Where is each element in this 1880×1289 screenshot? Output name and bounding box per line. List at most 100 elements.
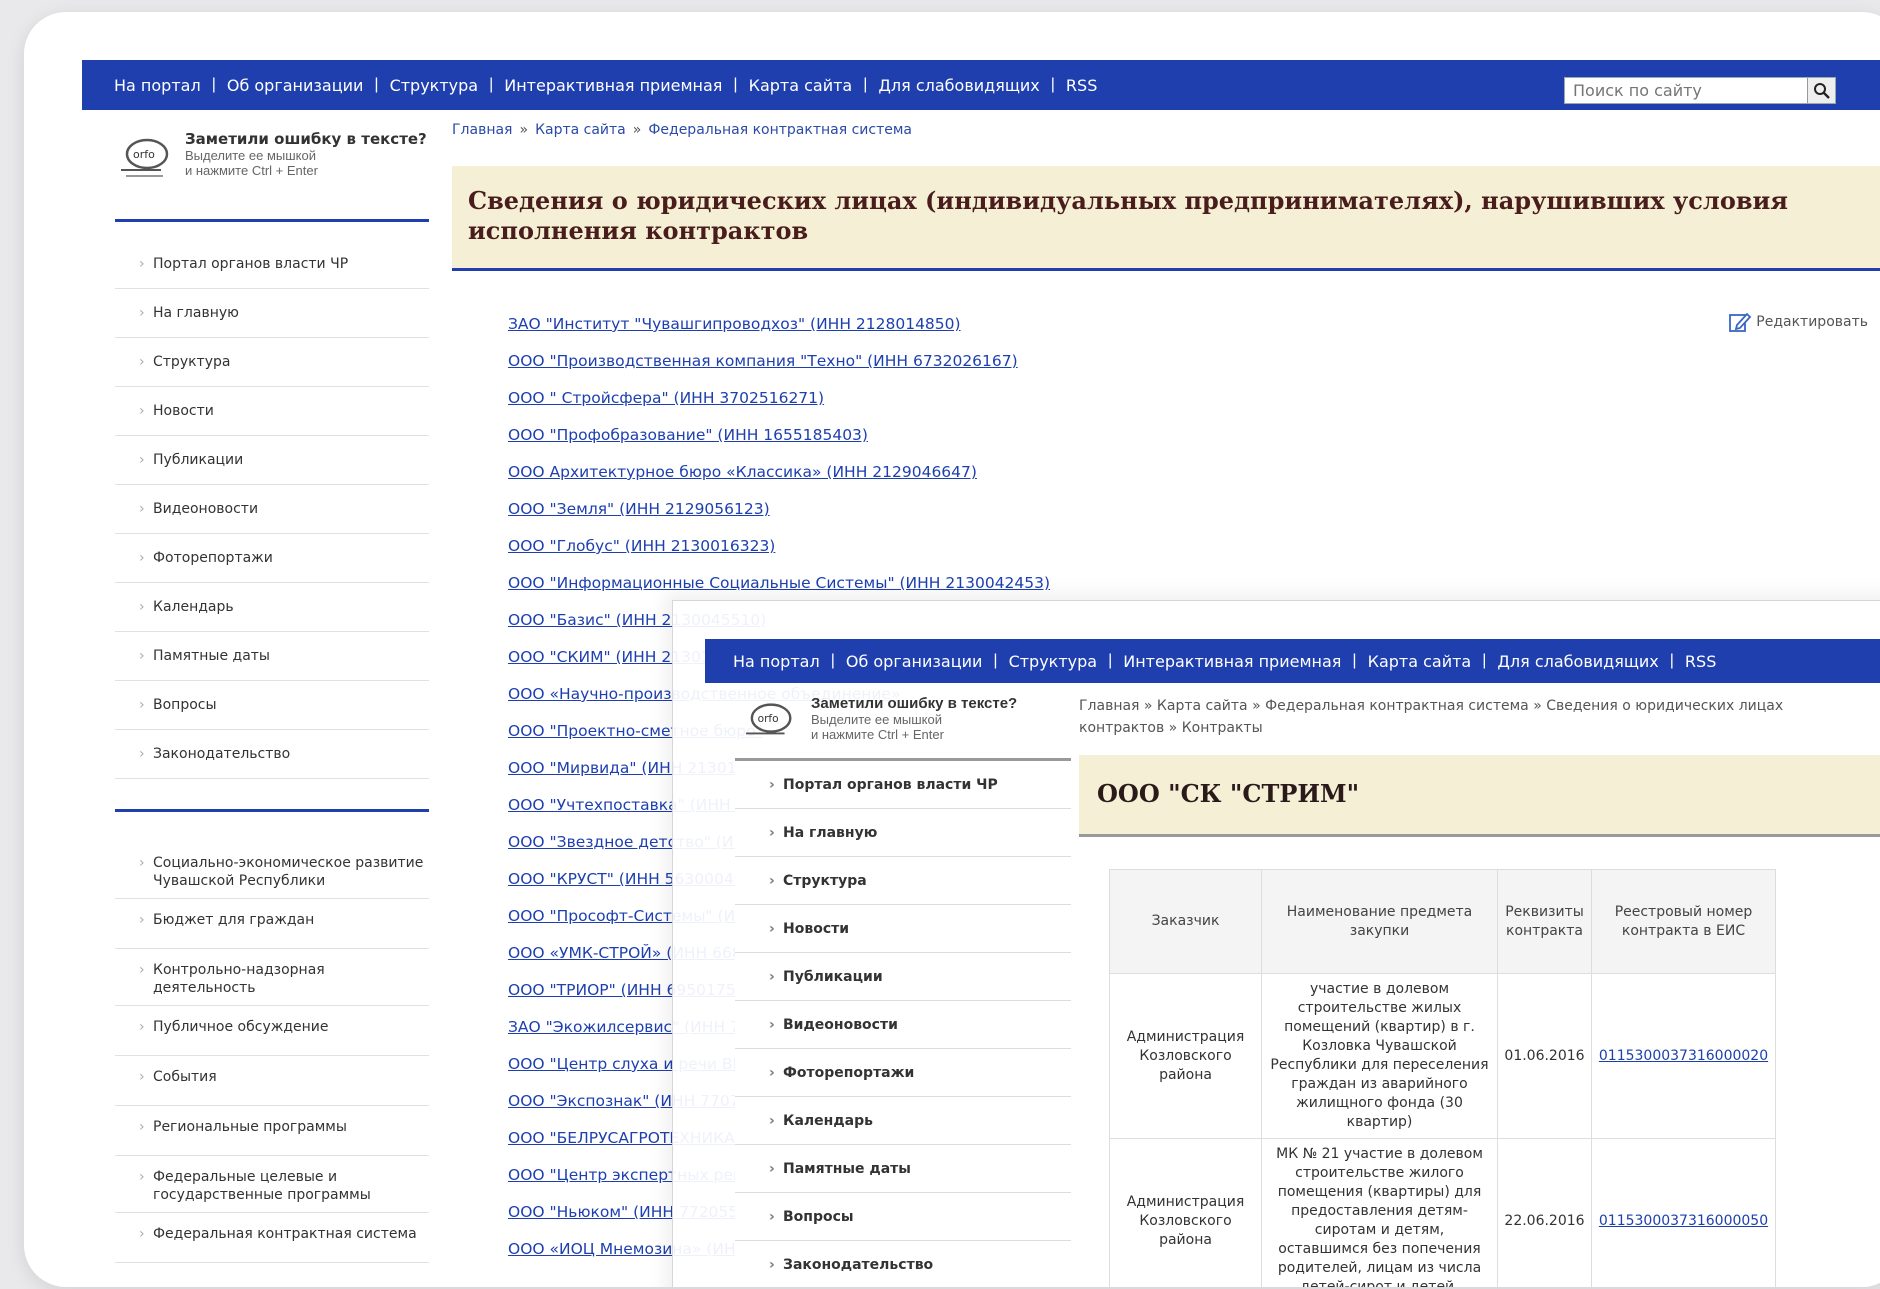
overlay-sidebar-item[interactable]: Фоторепортажи — [735, 1049, 1071, 1097]
sidebar-item[interactable]: Новости — [115, 387, 429, 436]
breadcrumb-link[interactable]: Федеральная контрактная система — [648, 122, 912, 138]
top-nav-link[interactable]: Карта сайта — [749, 76, 853, 95]
top-navigation-bar: На портал | Об организации | Структура | Интер… — [82, 60, 1880, 110]
table-cell: Администрация Козловского района — [1109, 973, 1262, 1139]
sidebar-item[interactable]: Структура — [115, 338, 429, 387]
breadcrumb-separator: » — [519, 122, 529, 138]
contract-number-link[interactable]: 0115300037316000020 — [1599, 1048, 1768, 1064]
overlay-sidebar-menu: Портал органов власти ЧРНа главнуюСтрукт… — [735, 761, 1071, 1287]
overlay-top-nav-link[interactable]: Для слабовидящих — [1497, 652, 1658, 671]
left-sidebar: orfo Заметили ошибку в тексте? Выделите … — [115, 122, 429, 1263]
search-input[interactable] — [1565, 78, 1807, 103]
sidebar-item[interactable]: Видеоновости — [115, 485, 429, 534]
overlay-breadcrumb-line2: контрактов » Контракты — [1079, 720, 1263, 736]
overlay-orfo-logo-icon: orfo — [746, 703, 792, 735]
overlay-top-nav-separator: | — [1482, 652, 1487, 669]
overlay-sidebar-item[interactable]: На главную — [735, 809, 1071, 857]
sidebar-item[interactable]: Публикации — [115, 436, 429, 485]
svg-text:orfo: orfo — [758, 713, 779, 725]
breadcrumb-link[interactable]: Карта сайта — [535, 122, 626, 138]
top-nav-link[interactable]: Интерактивная приемная — [504, 76, 722, 95]
overlay-top-nav-separator: | — [1108, 652, 1113, 669]
breadcrumb-separator: » — [632, 122, 642, 138]
overlay-typo-line1: Выделите ее мышкой — [811, 712, 943, 727]
typo-notice-line2: и нажмите Ctrl + Enter — [185, 163, 318, 178]
overlay-sidebar: orfo Заметили ошибку в тексте? Выделите … — [735, 695, 1071, 1287]
table-cell: 0115300037316000050 — [1591, 1138, 1776, 1287]
overlay-sidebar-item[interactable]: Законодательство — [735, 1241, 1071, 1287]
overlay-sidebar-item[interactable]: Публикации — [735, 953, 1071, 1001]
overlay-top-nav-link[interactable]: На портал — [733, 652, 820, 671]
breadcrumb-link[interactable]: Главная — [452, 122, 512, 138]
top-nav-link[interactable]: На портал — [114, 76, 201, 95]
top-nav-link[interactable]: RSS — [1066, 76, 1097, 95]
overlay-top-nav-link[interactable]: Структура — [1009, 652, 1098, 671]
table-cell: 0115300037316000020 — [1591, 973, 1776, 1139]
table-header-cell: Наименование предмета закупки — [1261, 869, 1498, 974]
overlay-top-nav-link[interactable]: Карта сайта — [1368, 652, 1472, 671]
company-link[interactable]: ООО "Информационные Социальные Системы" … — [508, 574, 1050, 592]
company-list-item: ООО " Стройсфера" (ИНН 3702516271) — [508, 389, 1880, 426]
company-link[interactable]: ЗАО "Институт "Чувашгипроводхоз" (ИНН 21… — [508, 315, 961, 333]
top-nav-separator: | — [863, 76, 868, 93]
table-cell: 01.06.2016 — [1497, 973, 1592, 1139]
table-row: Администрация Козловского района МК № 21 … — [1109, 1138, 1776, 1287]
search-button[interactable] — [1807, 78, 1835, 103]
sidebar-item[interactable]: Фоторепортажи — [115, 534, 429, 583]
table-row: Администрация Козловского района участие … — [1109, 973, 1776, 1139]
table-cell: Администрация Козловского района — [1109, 1138, 1262, 1287]
svg-text:orfo: orfo — [133, 148, 155, 161]
overlay-sidebar-item[interactable]: Видеоновости — [735, 1001, 1071, 1049]
sidebar-item[interactable]: Законодательство — [115, 730, 429, 779]
overlay-sidebar-item[interactable]: Структура — [735, 857, 1071, 905]
company-link[interactable]: ООО "Земля" (ИНН 2129056123) — [508, 500, 770, 518]
company-link[interactable]: ООО " Стройсфера" (ИНН 3702516271) — [508, 389, 824, 407]
top-nav-link[interactable]: Для слабовидящих — [878, 76, 1039, 95]
sidebar-item[interactable]: Вопросы — [115, 681, 429, 730]
edit-button[interactable]: Редактировать — [1728, 310, 1868, 334]
sidebar-secondary-item[interactable]: События — [115, 1056, 429, 1106]
overlay-sidebar-item[interactable]: Календарь — [735, 1097, 1071, 1145]
sidebar-secondary-item[interactable]: Федеральная контрактная система — [115, 1213, 429, 1263]
overlay-sidebar-item[interactable]: Портал органов власти ЧР — [735, 761, 1071, 809]
overlay-top-nav-link[interactable]: Интерактивная приемная — [1123, 652, 1341, 671]
sidebar-secondary-item[interactable]: Бюджет для граждан — [115, 899, 429, 949]
overlay-sidebar-item[interactable]: Памятные даты — [735, 1145, 1071, 1193]
overlay-breadcrumb-line1: Главная » Карта сайта » Федеральная конт… — [1079, 698, 1784, 714]
overlay-typo-line2: и нажмите Ctrl + Enter — [811, 727, 944, 742]
contract-number-link[interactable]: 0115300037316000050 — [1599, 1213, 1768, 1229]
overlay-sidebar-item[interactable]: Новости — [735, 905, 1071, 953]
breadcrumb: Главная » Карта сайта » Федеральная контракт… — [452, 122, 1880, 138]
top-nav-link[interactable]: Об организации — [227, 76, 364, 95]
overlay-sidebar-item[interactable]: Вопросы — [735, 1193, 1071, 1241]
company-list-item: ООО Архитектурное бюро «Классика» (ИНН 2… — [508, 463, 1880, 500]
company-list-item: ООО "Глобус" (ИНН 2130016323) — [508, 537, 1880, 574]
table-header-cell: Реквизиты контракта — [1497, 869, 1592, 974]
top-nav-links: На портал | Об организации | Структура | Интер… — [114, 76, 1097, 95]
company-link[interactable]: ООО "Производственная компания "Техно" (… — [508, 352, 1018, 370]
overlay-typo-notice-text: Заметили ошибку в тексте? Выделите ее мы… — [811, 695, 1017, 758]
sidebar-item[interactable]: На главную — [115, 289, 429, 338]
sidebar-secondary-item[interactable]: Публичное обсуждение — [115, 1006, 429, 1056]
overlay-top-nav-link[interactable]: Об организации — [846, 652, 983, 671]
company-link[interactable]: ООО "Глобус" (ИНН 2130016323) — [508, 537, 775, 555]
sidebar-item[interactable]: Памятные даты — [115, 632, 429, 681]
search-icon — [1813, 82, 1830, 99]
sidebar-item[interactable]: Календарь — [115, 583, 429, 632]
top-nav-separator: | — [489, 76, 494, 93]
sidebar-secondary-item[interactable]: Федеральные целевые и государственные пр… — [115, 1156, 429, 1213]
overlay-top-nav-separator: | — [1669, 652, 1674, 669]
edit-label: Редактировать — [1756, 314, 1868, 330]
overlay-top-nav-separator: | — [830, 652, 835, 669]
sidebar-item[interactable]: Портал органов власти ЧР — [115, 240, 429, 289]
top-nav-separator: | — [733, 76, 738, 93]
sidebar-secondary-item[interactable]: Контрольно-надзорная деятельность — [115, 949, 429, 1006]
typo-notice-line1: Выделите ее мышкой — [185, 148, 317, 163]
company-link[interactable]: ООО "Профобразование" (ИНН 1655185403) — [508, 426, 868, 444]
overlay-top-nav-link[interactable]: RSS — [1685, 652, 1716, 671]
typo-notice-text: Заметили ошибку в тексте? Выделите ее мы… — [185, 130, 427, 178]
sidebar-secondary-item[interactable]: Региональные программы — [115, 1106, 429, 1156]
company-link[interactable]: ООО Архитектурное бюро «Классика» (ИНН 2… — [508, 463, 977, 481]
sidebar-secondary-item[interactable]: Социально-экономическое развитие Чувашск… — [115, 842, 429, 899]
top-nav-link[interactable]: Структура — [390, 76, 479, 95]
